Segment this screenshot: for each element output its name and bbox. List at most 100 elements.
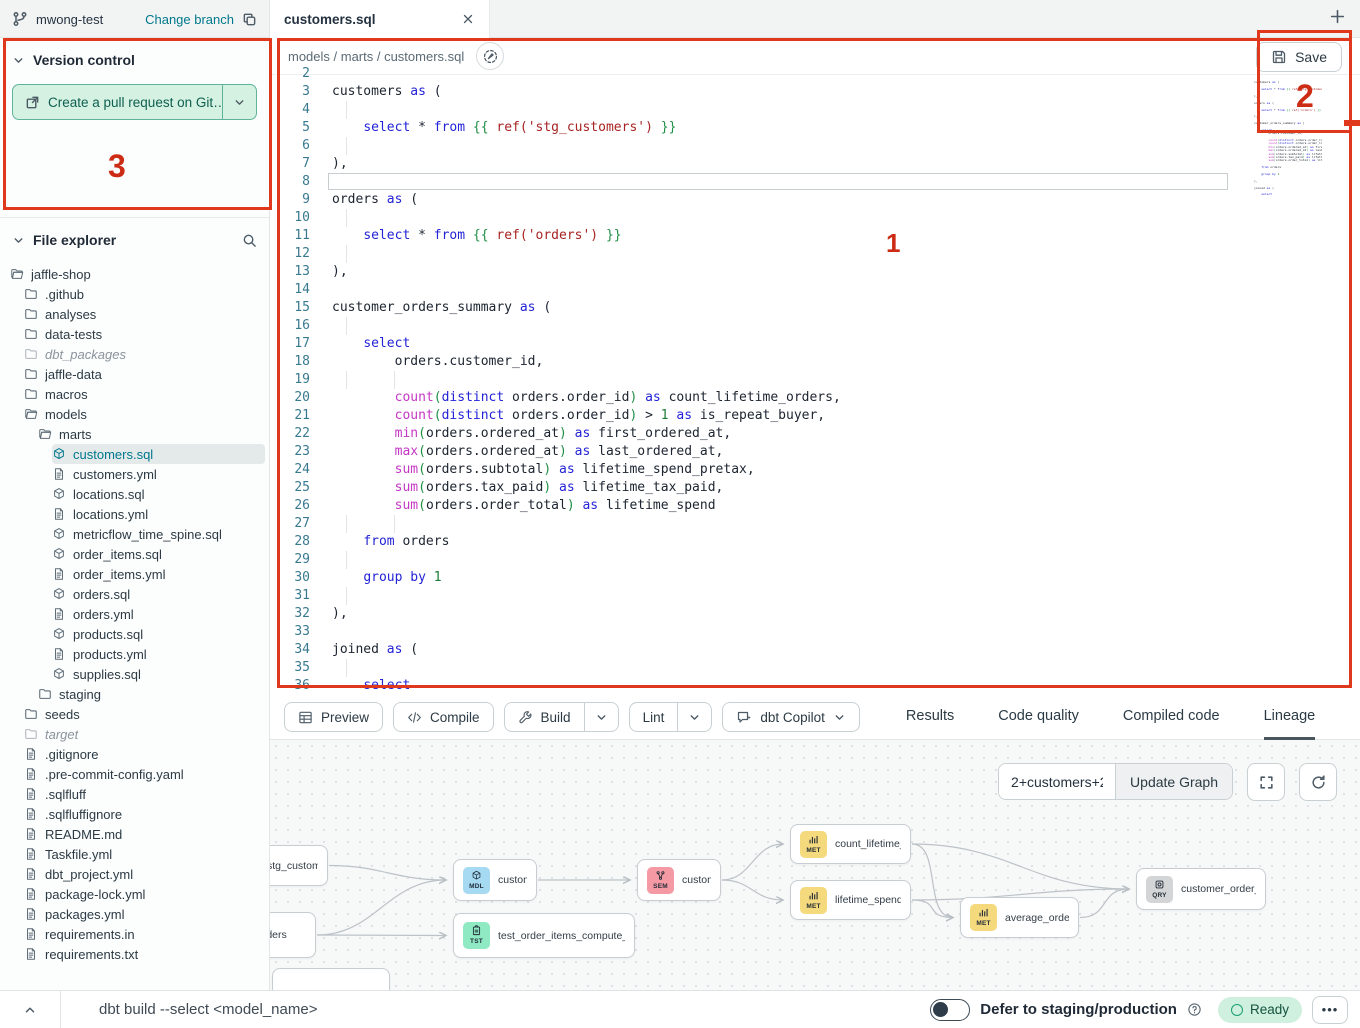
file-explorer-header[interactable]: File explorer (0, 218, 269, 256)
change-branch-link[interactable]: Change branch (145, 12, 234, 27)
code-line-31: 31 (270, 587, 841, 605)
met-badge-icon: MET (970, 904, 997, 931)
tree-item--pre-commit-config-yaml[interactable]: .pre-commit-config.yaml (24, 764, 265, 784)
tree-item-taskfile-yml[interactable]: Taskfile.yml (24, 844, 265, 864)
tab-lineage[interactable]: Lineage (1264, 695, 1316, 740)
tree-item-packages-yml[interactable]: packages.yml (24, 904, 265, 924)
preview-button[interactable]: Preview (284, 702, 383, 732)
help-icon[interactable] (1187, 1002, 1202, 1017)
tree-item-dbt-project-yml[interactable]: dbt_project.yml (24, 864, 265, 884)
lineage-node-orders[interactable]: MDLorders (270, 912, 316, 958)
code-line-18: 18 orders.customer_id, (270, 353, 841, 371)
lineage-node-stg_customers[interactable]: MDLstg_customers (270, 845, 328, 886)
tree-item-data-tests[interactable]: data-tests (24, 324, 265, 344)
file-icon (52, 647, 66, 661)
defer-toggle[interactable] (930, 999, 970, 1021)
lineage-node-customers_mdl[interactable]: MDLcustomers (453, 859, 537, 901)
search-icon[interactable] (242, 233, 257, 248)
tree-item-locations-yml[interactable]: locations.yml (52, 504, 265, 524)
build-dropdown[interactable] (584, 703, 618, 731)
code-line-36: 36 select (270, 677, 841, 695)
dbt-copilot-button[interactable]: dbt Copilot (722, 702, 860, 732)
create-pr-button[interactable]: Create a pull request on Git… (13, 85, 222, 119)
tree-item--gitignore[interactable]: .gitignore (24, 744, 265, 764)
tree-item-label: package-lock.yml (45, 887, 145, 902)
code-line-22: 22 min(orders.ordered_at) as first_order… (270, 425, 841, 443)
code-line-36: select (1232, 193, 1322, 196)
tree-item-label: supplies.sql (73, 667, 141, 682)
folder-icon (24, 367, 38, 381)
lineage-node-average_order_value[interactable]: METaverage_order_value (960, 897, 1079, 938)
lineage-node-count_lifetime_orders[interactable]: METcount_lifetime_orders (790, 824, 911, 864)
build-button[interactable]: Build (505, 703, 584, 731)
more-options-button[interactable]: ••• (1312, 996, 1348, 1024)
fullscreen-icon (1258, 774, 1275, 791)
lineage-node-partial[interactable] (272, 968, 390, 990)
tree-item-supplies-sql[interactable]: supplies.sql (52, 664, 265, 684)
tree-item-orders-yml[interactable]: orders.yml (52, 604, 265, 624)
model-icon (52, 527, 66, 541)
tree-item-package-lock-yml[interactable]: package-lock.yml (24, 884, 265, 904)
tree-item-label: order_items.sql (73, 547, 162, 562)
tree-item-orders-sql[interactable]: orders.sql (52, 584, 265, 604)
tree-item-customers-sql[interactable]: customers.sql (52, 444, 265, 464)
tree-item-jaffle-shop[interactable]: jaffle-shop (10, 264, 265, 284)
refresh-button[interactable] (1299, 763, 1337, 801)
tab-customers-sql[interactable]: customers.sql (270, 0, 490, 38)
tree-item-models[interactable]: models (24, 404, 265, 424)
preview-label: Preview (321, 710, 369, 725)
defer-label: Defer to staging/production (980, 1001, 1177, 1018)
tree-item-jaffle-data[interactable]: jaffle-data (24, 364, 265, 384)
lineage-node-customers_sem[interactable]: SEMcustomers (637, 859, 721, 901)
tree-item-order-items-yml[interactable]: order_items.yml (52, 564, 265, 584)
tree-item-dbt-packages[interactable]: dbt_packages (24, 344, 265, 364)
tree-item-readme-md[interactable]: README.md (24, 824, 265, 844)
tree-item-products-sql[interactable]: products.sql (52, 624, 265, 644)
tab-results[interactable]: Results (906, 695, 954, 740)
create-pr-label: Create a pull request on Git… (48, 95, 222, 110)
tree-item--github[interactable]: .github (24, 284, 265, 304)
tree-item-order-items-sql[interactable]: order_items.sql (52, 544, 265, 564)
tree-item-staging[interactable]: staging (38, 684, 265, 704)
command-bar-expand[interactable] (0, 1003, 60, 1017)
editor-minimap[interactable]: customers as ( select * from {{ ref('stg… (1232, 78, 1322, 278)
tree-item-customers-yml[interactable]: customers.yml (52, 464, 265, 484)
compile-button[interactable]: Compile (393, 702, 494, 732)
tree-item-macros[interactable]: macros (24, 384, 265, 404)
tree-item-requirements-in[interactable]: requirements.in (24, 924, 265, 944)
tree-item-metricflow-time-spine-sql[interactable]: metricflow_time_spine.sql (52, 524, 265, 544)
code-line-30: 30 group by 1 (270, 569, 841, 587)
update-graph-button[interactable]: Update Graph (1115, 764, 1232, 799)
command-input[interactable]: dbt build --select <model_name> (99, 1001, 930, 1018)
tab-compiled-code[interactable]: Compiled code (1123, 695, 1220, 740)
tree-item-requirements-txt[interactable]: requirements.txt (24, 944, 265, 964)
tab-code-quality[interactable]: Code quality (998, 695, 1079, 740)
lineage-selector-input[interactable] (999, 764, 1115, 799)
lint-button[interactable]: Lint (630, 703, 678, 731)
new-tab-icon[interactable] (1329, 8, 1346, 25)
tree-item-analyses[interactable]: analyses (24, 304, 265, 324)
lint-dropdown[interactable] (677, 703, 711, 731)
tree-item-seeds[interactable]: seeds (24, 704, 265, 724)
code-editor[interactable]: 23customers as (45 select * from {{ ref(… (270, 75, 1360, 695)
tree-item--sqlfluffignore[interactable]: .sqlfluffignore (24, 804, 265, 824)
lineage-graph[interactable]: MDLstg_customers MDLorders MDLcustomers TST… (270, 740, 1360, 990)
copy-icon[interactable] (242, 12, 257, 27)
close-tab-icon[interactable] (461, 12, 475, 26)
tree-item-marts[interactable]: marts (38, 424, 265, 444)
create-pr-dropdown[interactable] (222, 85, 256, 119)
tree-item-locations-sql[interactable]: locations.sql (52, 484, 265, 504)
code-line-25: 25 sum(orders.tax_paid) as lifetime_tax_… (270, 479, 841, 497)
lineage-node-test_bools[interactable]: TSTtest_order_items_compute_to_bools… (453, 913, 635, 958)
version-control-header[interactable]: Version control (0, 38, 269, 74)
folder-icon (24, 307, 38, 321)
tree-item-products-yml[interactable]: products.yml (52, 644, 265, 664)
fullscreen-button[interactable] (1247, 763, 1285, 801)
save-button[interactable]: Save (1256, 42, 1342, 72)
tree-item--sqlfluff[interactable]: .sqlfluff (24, 784, 265, 804)
tree-item-target[interactable]: target (24, 724, 265, 744)
lineage-node-customer_order_metrics[interactable]: QRYcustomer_order_metrics (1136, 868, 1266, 910)
lineage-node-lifetime_spend_pretax[interactable]: METlifetime_spend_pretax (790, 880, 911, 920)
file-icon (24, 827, 38, 841)
tree-item-label: seeds (45, 707, 80, 722)
